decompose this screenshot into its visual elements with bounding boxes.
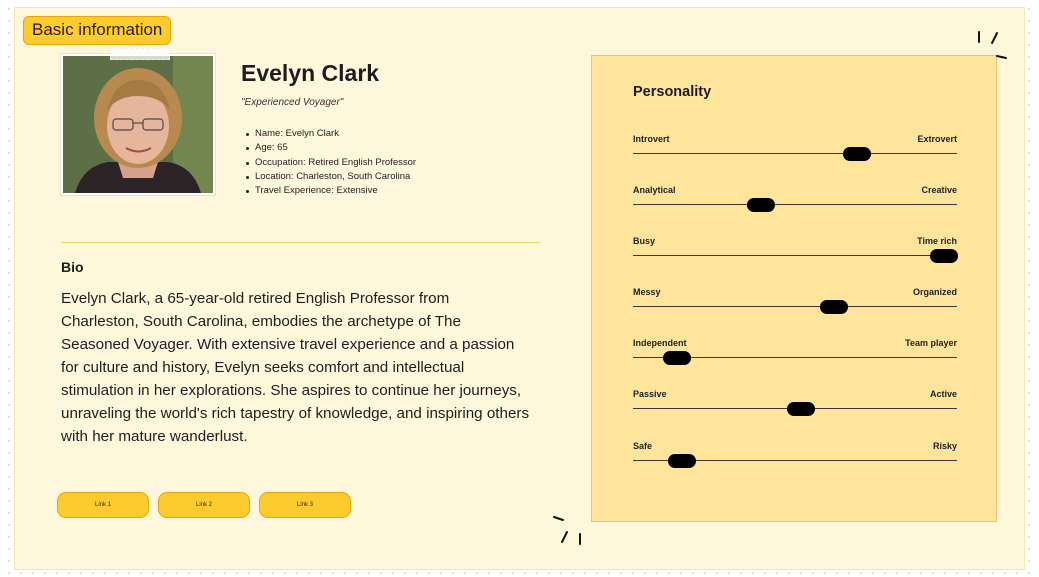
trait-right-label: Time rich <box>917 236 957 246</box>
personality-title: Personality <box>633 84 712 100</box>
trait-slider-handle[interactable] <box>819 300 848 314</box>
trait-track <box>633 153 957 154</box>
trait-track <box>633 204 957 205</box>
trait-left-label: Independent <box>633 338 687 348</box>
trait-right-label: Team player <box>905 338 957 348</box>
trait-track <box>633 255 957 256</box>
trait-independent-team-player: Independent Team player <box>633 338 957 368</box>
trait-introvert-extrovert: Introvert Extrovert <box>633 134 957 164</box>
trait-right-label: Organized <box>912 287 957 297</box>
link-2-button[interactable]: Link 2 <box>158 492 250 518</box>
trait-right-label: Extrovert <box>917 134 957 144</box>
trait-track <box>633 306 957 307</box>
trait-messy-organized: Messy Organized <box>633 287 957 317</box>
link-1-button[interactable]: Link 1 <box>57 492 149 518</box>
fact-occupation: Occupation: Retired English Professor <box>245 156 416 170</box>
section-tag: Basic information <box>23 16 172 45</box>
personality-panel: Personality Introvert Extrovert Analytic… <box>591 55 997 522</box>
portrait-photo <box>63 56 213 193</box>
sparkle-doodle-icon <box>978 31 1007 59</box>
portrait-frame <box>60 53 216 196</box>
trait-left-label: Introvert <box>633 134 670 144</box>
trait-left-label: Busy <box>633 236 656 246</box>
trait-busy-time-rich: Busy Time rich <box>633 236 959 266</box>
trait-slider-handle[interactable] <box>930 249 959 263</box>
fact-travel-experience: Travel Experience: Extensive <box>245 184 416 198</box>
trait-analytical-creative: Analytical Creative <box>633 185 957 215</box>
persona-name: Evelyn Clark <box>241 60 380 86</box>
persona-facts: Name: Evelyn Clark Age: 65 Occupation: R… <box>245 127 416 198</box>
bio-title: Bio <box>61 259 84 275</box>
persona-tagline: "Experienced Voyager" <box>241 97 344 108</box>
trait-right-label: Creative <box>921 185 957 195</box>
trait-slider-handle[interactable] <box>662 351 691 365</box>
portrait-illustration <box>63 56 213 193</box>
trait-right-label: Active <box>929 389 957 399</box>
trait-left-label: Analytical <box>633 185 676 195</box>
fact-location: Location: Charleston, South Carolina <box>245 170 416 184</box>
link-3-button[interactable]: Link 3 <box>259 492 351 518</box>
section-divider <box>61 242 540 243</box>
photo-tape <box>110 48 170 60</box>
trait-left-label: Safe <box>633 441 653 451</box>
sparkle-doodle-icon <box>553 516 581 545</box>
trait-safe-risky: Safe Risky <box>633 441 957 471</box>
trait-left-label: Passive <box>633 389 667 399</box>
trait-slider-handle[interactable] <box>667 454 696 468</box>
trait-passive-active: Passive Active <box>633 389 957 419</box>
trait-right-label: Risky <box>932 441 957 451</box>
bio-text: Evelyn Clark, a 65-year-old retired Engl… <box>61 290 530 445</box>
trait-slider-handle[interactable] <box>787 402 816 416</box>
fact-age: Age: 65 <box>245 141 416 155</box>
trait-slider-handle[interactable] <box>746 198 775 212</box>
trait-slider-handle[interactable] <box>842 147 871 161</box>
fact-name: Name: Evelyn Clark <box>245 127 416 141</box>
trait-left-label: Messy <box>633 287 661 297</box>
